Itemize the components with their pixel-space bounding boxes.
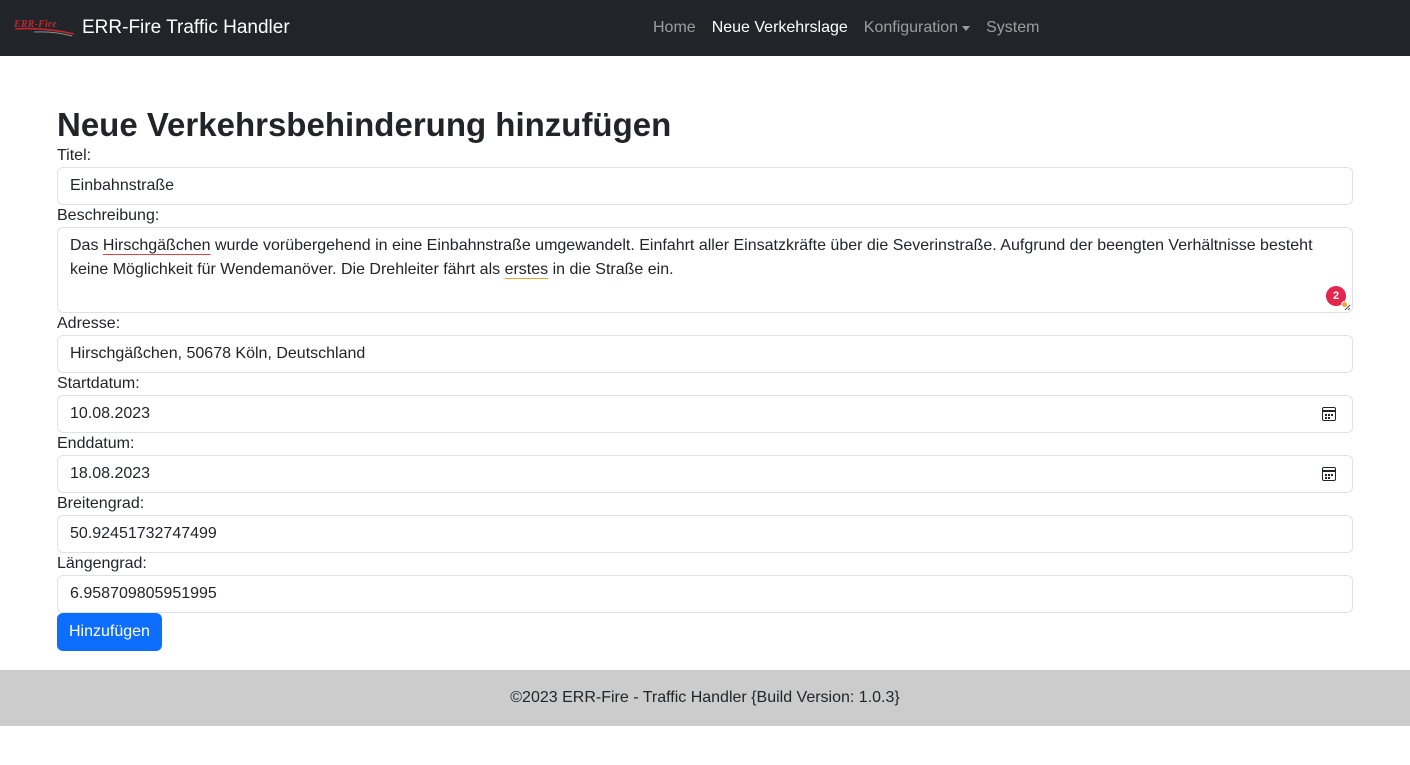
enddatum-input[interactable]: 18.08.2023	[57, 455, 1353, 493]
beschreibung-text-part: Das	[70, 237, 103, 254]
breitengrad-label: Breitengrad:	[57, 495, 145, 512]
spellcheck-count: 2	[1332, 290, 1340, 302]
startdatum-label: Startdatum:	[57, 375, 140, 392]
beschreibung-label: Beschreibung:	[57, 207, 160, 224]
titel-input[interactable]: Einbahnstraße	[57, 167, 1353, 205]
grammar-warning-word[interactable]: erstes	[505, 261, 549, 278]
laengengrad-label: Längengrad:	[57, 555, 147, 572]
footer-text: ©2023 ERR-Fire - Traffic Handler {Build …	[510, 689, 900, 706]
nav-menu: Home Neue Verkehrslage Konfiguration Sys…	[645, 0, 1047, 56]
calendar-icon[interactable]	[1322, 467, 1336, 481]
nav-link-system[interactable]: System	[978, 19, 1047, 37]
nav-link-konfiguration-label: Konfiguration	[863, 19, 959, 36]
beschreibung-textarea[interactable]: Das Hirschgäßchen wurde vorübergehend in…	[57, 227, 1353, 313]
err-fire-logo: ERR-Fire	[14, 18, 76, 38]
enddatum-value: 18.08.2023	[70, 465, 151, 482]
breitengrad-input[interactable]: 50.92451732747499	[57, 515, 1353, 553]
page-footer: ©2023 ERR-Fire - Traffic Handler {Build …	[0, 670, 1410, 726]
top-navbar: ERR-Fire ERR-Fire Traffic Handler Home N…	[0, 0, 1410, 56]
resize-handle-icon[interactable]	[1343, 303, 1351, 311]
caret-down-icon	[962, 25, 971, 31]
beschreibung-text-part: in die Straße ein.	[548, 261, 674, 278]
hinzufuegen-button[interactable]: Hinzufügen	[57, 613, 162, 651]
brand-link[interactable]: ERR-Fire ERR-Fire Traffic Handler	[14, 0, 290, 56]
nav-link-home[interactable]: Home	[645, 19, 704, 37]
titel-value: Einbahnstraße	[70, 177, 175, 194]
spelling-error-word[interactable]: Hirschgäßchen	[103, 237, 211, 254]
adresse-label: Adresse:	[57, 315, 121, 332]
main-content: Neue Verkehrsbehinderung hinzufügen Tite…	[57, 56, 1353, 651]
enddatum-label: Enddatum:	[57, 435, 135, 452]
nav-link-konfiguration[interactable]: Konfiguration	[856, 19, 978, 37]
beschreibung-text-part: wurde vorübergehend in eine Einbahnstraß…	[70, 237, 1313, 278]
startdatum-input[interactable]: 10.08.2023	[57, 395, 1353, 433]
page-title: Neue Verkehrsbehinderung hinzufügen	[57, 106, 672, 143]
adresse-input[interactable]: Hirschgäßchen, 50678 Köln, Deutschland	[57, 335, 1353, 373]
laengengrad-input[interactable]: 6.958709805951995	[57, 575, 1353, 613]
calendar-icon[interactable]	[1322, 407, 1336, 421]
laengengrad-value: 6.958709805951995	[70, 585, 217, 602]
titel-label: Titel:	[57, 147, 92, 164]
adresse-value: Hirschgäßchen, 50678 Köln, Deutschland	[70, 345, 366, 362]
breitengrad-value: 50.92451732747499	[70, 525, 217, 542]
nav-link-neue-verkehrslage[interactable]: Neue Verkehrslage	[704, 19, 856, 37]
logo-swoosh-icon	[14, 27, 75, 37]
startdatum-value: 10.08.2023	[70, 405, 151, 422]
brand-name: ERR-Fire Traffic Handler	[82, 17, 290, 38]
